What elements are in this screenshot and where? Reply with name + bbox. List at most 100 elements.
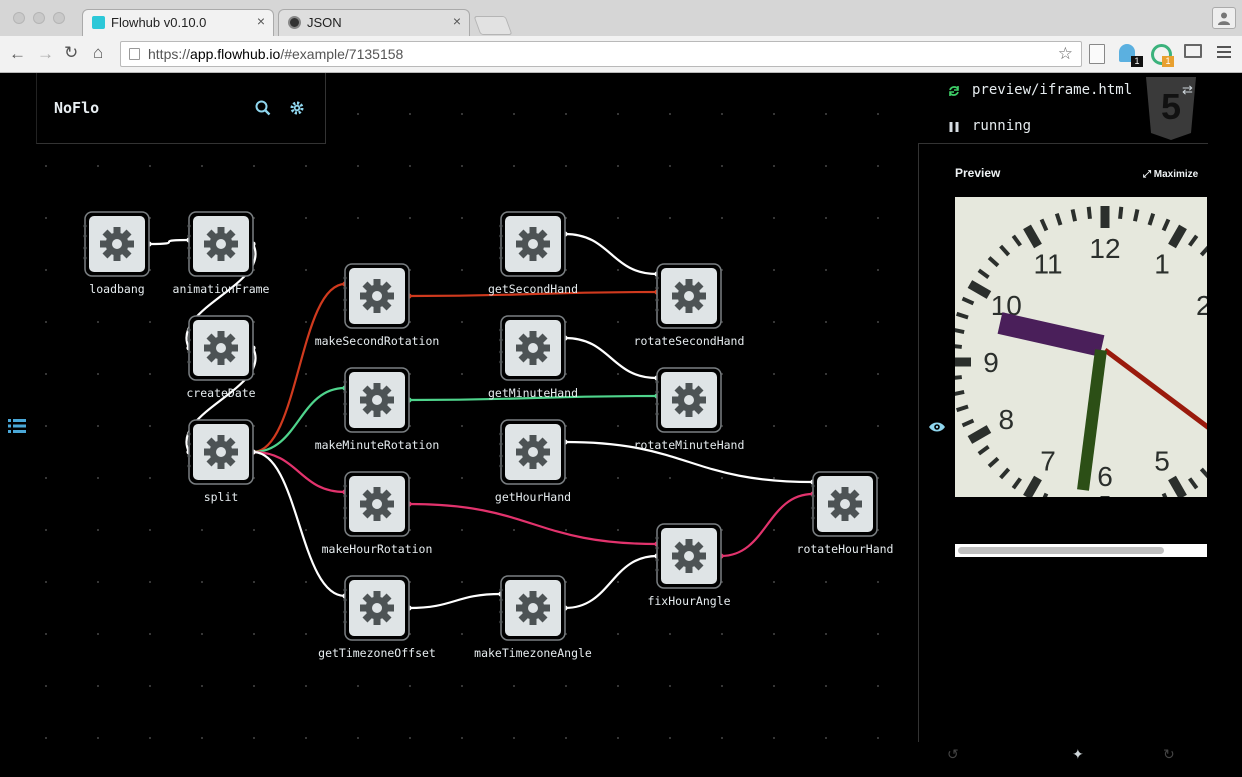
close-tab-icon[interactable]: × xyxy=(257,13,265,29)
edge-split-getTimezoneOffset[interactable] xyxy=(252,450,346,598)
window-close-button[interactable] xyxy=(13,12,25,24)
gear-icon xyxy=(672,279,706,313)
reload-icon[interactable]: ↻ xyxy=(64,43,78,63)
clock-numeral: 8 xyxy=(998,404,1014,435)
port-dot xyxy=(499,338,503,342)
edge-makeHourRotation-fixHourAngle[interactable] xyxy=(408,502,658,546)
port-dot xyxy=(655,412,659,416)
port-dot xyxy=(343,516,347,520)
node-rotateMinuteHand[interactable]: rotateMinuteHand xyxy=(634,367,745,452)
graph-editor[interactable]: loadbang animationFrame createDate split mak… xyxy=(0,73,918,777)
node-label: getSecondHand xyxy=(488,282,578,296)
tick-mark xyxy=(1011,234,1022,247)
extension-badge: 1 xyxy=(1131,56,1143,67)
edge-loadbang-animationFrame[interactable] xyxy=(148,238,190,246)
preview-iframe[interactable]: 12 1 2 5 6 7 8 9 10 11 xyxy=(955,197,1207,497)
url-text: https://app.flowhub.io/#example/7135158 xyxy=(148,46,403,62)
port-dot xyxy=(499,442,503,446)
gear-icon xyxy=(672,539,706,573)
refresh-icon[interactable] xyxy=(948,85,960,97)
node-makeTimezoneAngle[interactable]: makeTimezoneAngle xyxy=(474,575,592,660)
port-dot xyxy=(187,246,191,250)
port-dot xyxy=(499,464,503,468)
window-minimize-button[interactable] xyxy=(33,12,45,24)
profile-button[interactable] xyxy=(1212,7,1236,29)
close-tab-icon[interactable]: × xyxy=(453,13,461,29)
node-label: makeSecondRotation xyxy=(315,334,440,348)
maximize-label: Maximize xyxy=(1153,169,1199,180)
tick-mark xyxy=(987,456,1000,468)
node-makeSecondRotation[interactable]: makeSecondRotation xyxy=(315,263,440,348)
new-tab-button[interactable] xyxy=(473,16,513,35)
node-getHourHand[interactable]: getHourHand xyxy=(495,419,571,504)
node-makeHourRotation[interactable]: makeHourRotation xyxy=(322,471,433,556)
port-dot xyxy=(655,546,659,550)
node-loadbang[interactable]: loadbang xyxy=(83,211,150,296)
tab-json[interactable]: JSON × xyxy=(278,9,470,36)
scrollbar-thumb[interactable] xyxy=(958,547,1164,554)
edge-getSecondHand-rotateSecondHand[interactable] xyxy=(564,232,658,276)
port-dot xyxy=(343,610,347,614)
node-fixHourAngle[interactable]: fixHourAngle xyxy=(647,523,731,608)
node-rotateHourHand[interactable]: rotateHourHand xyxy=(797,471,894,556)
eye-icon[interactable] xyxy=(928,421,946,433)
node-getTimezoneOffset[interactable]: getTimezoneOffset xyxy=(318,575,436,660)
node-split[interactable]: split xyxy=(187,419,254,504)
edge-makeTimezoneAngle-fixHourAngle[interactable] xyxy=(564,554,658,610)
tick-mark xyxy=(1086,206,1092,219)
pause-icon[interactable] xyxy=(949,122,959,132)
node-makeMinuteRotation[interactable]: makeMinuteRotation xyxy=(315,367,440,452)
port-dot xyxy=(655,568,659,572)
forward-icon[interactable]: → xyxy=(37,44,54,64)
back-icon[interactable]: ← xyxy=(9,44,26,64)
tick-mark xyxy=(977,268,990,279)
node-label: makeHourRotation xyxy=(322,542,433,556)
node-createDate[interactable]: createDate xyxy=(186,315,256,400)
node-label: getTimezoneOffset xyxy=(318,646,436,660)
port-dot xyxy=(499,360,503,364)
tick-mark xyxy=(956,404,969,413)
magic-wand-icon[interactable]: ✦ xyxy=(1072,746,1084,763)
window-zoom-button[interactable] xyxy=(53,12,65,24)
tab-title: Flowhub v0.10.0 xyxy=(111,15,207,30)
undo-icon[interactable]: ↺ xyxy=(947,746,959,763)
port-dot xyxy=(499,256,503,260)
port-dot xyxy=(655,308,659,312)
node-getMinuteHand[interactable]: getMinuteHand xyxy=(488,315,578,400)
maximize-button[interactable]: ⤢ Maximize xyxy=(1143,169,1198,180)
port-dot xyxy=(343,276,347,280)
port-dot xyxy=(83,246,87,250)
port-dot xyxy=(655,558,659,562)
bookmark-star-icon[interactable]: ☆ xyxy=(1058,44,1073,64)
address-bar[interactable]: https://app.flowhub.io/#example/7135158 … xyxy=(120,41,1082,67)
tab-flowhub[interactable]: Flowhub v0.10.0 × xyxy=(82,9,274,36)
tick-mark xyxy=(977,445,990,456)
tick-mark xyxy=(1168,475,1187,497)
menu-icon[interactable] xyxy=(1217,46,1231,58)
redo-icon[interactable]: ↻ xyxy=(1163,746,1175,763)
node-label: getMinuteHand xyxy=(488,386,578,400)
cast-icon[interactable] xyxy=(1184,44,1202,58)
edge-split-makeSecondRotation[interactable] xyxy=(252,282,346,454)
document-icon[interactable] xyxy=(1089,44,1105,64)
url-path: /#example/7135158 xyxy=(280,46,404,62)
gear-icon xyxy=(516,591,550,625)
node-rotateSecondHand[interactable]: rotateSecondHand xyxy=(634,263,745,348)
node-getSecondHand[interactable]: getSecondHand xyxy=(488,211,578,296)
edge-getTimezoneOffset-makeTimezoneAngle[interactable] xyxy=(408,592,502,610)
gear-icon xyxy=(360,383,394,417)
preview-scrollbar[interactable] xyxy=(955,544,1207,557)
home-icon[interactable]: ⌂ xyxy=(93,43,103,63)
port-dot xyxy=(811,484,815,488)
port-dot xyxy=(343,308,347,312)
node-label: fixHourAngle xyxy=(647,594,730,608)
runtime-status: running xyxy=(972,118,1032,134)
tick-mark xyxy=(1023,475,1042,497)
gear-icon xyxy=(204,227,238,261)
gear-icon xyxy=(516,435,550,469)
tick-mark xyxy=(1168,224,1187,249)
runtime-target[interactable]: preview/iframe.html xyxy=(972,82,1132,98)
port-dot xyxy=(343,286,347,290)
page-info-icon[interactable] xyxy=(129,48,140,60)
swap-icon[interactable]: ⇄ xyxy=(1182,82,1193,98)
